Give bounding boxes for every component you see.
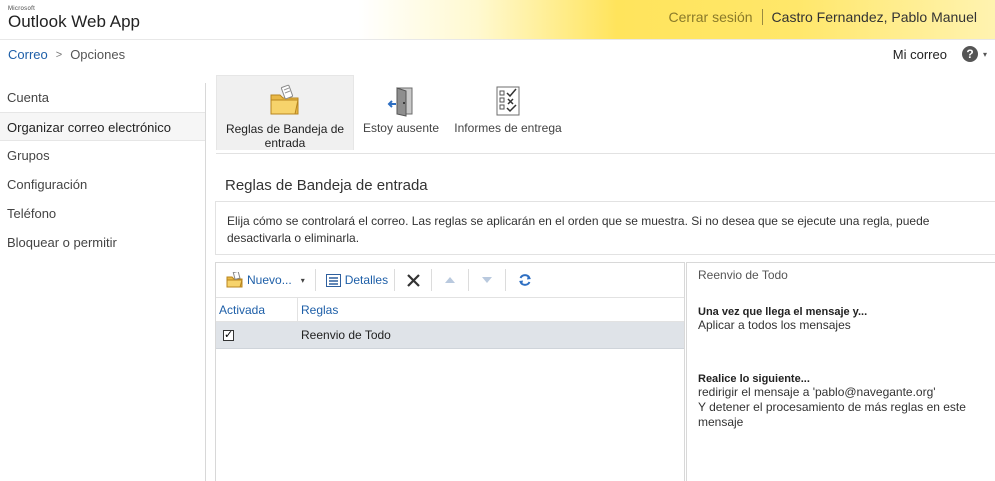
delete-button[interactable] bbox=[395, 268, 431, 292]
sidebar-item-block-allow[interactable]: Bloquear o permitir bbox=[0, 228, 205, 257]
help-icon[interactable]: ? bbox=[961, 46, 978, 62]
rules-toolbar: Nuevo... ▾ Detalles bbox=[216, 263, 684, 298]
condition-text: Aplicar a todos los mensajes bbox=[698, 318, 851, 332]
move-down-button[interactable] bbox=[469, 268, 505, 292]
move-up-icon bbox=[444, 276, 456, 284]
rule-details-title: Reenvio de Todo bbox=[698, 268, 788, 282]
table-row[interactable]: Reenvio de Todo bbox=[216, 322, 684, 349]
folder-rules-icon bbox=[268, 80, 302, 118]
rule-details-pane: Reenvio de Todo Una vez que llega el men… bbox=[686, 262, 995, 481]
new-rule-dropdown-icon[interactable]: ▾ bbox=[301, 276, 305, 285]
details-label: Detalles bbox=[344, 273, 389, 287]
action-line: redirigir el mensaje a 'pablo@navegante.… bbox=[698, 385, 936, 399]
sidebar-item-phone[interactable]: Teléfono bbox=[0, 199, 205, 228]
rules-list-panel: Nuevo... ▾ Detalles Activada Reglas ✓ Re… bbox=[215, 262, 685, 481]
user-area: Cerrar sesión Castro Fernandez, Pablo Ma… bbox=[669, 9, 977, 25]
tab-inbox-rules-label: Reglas de Bandeja de entrada bbox=[225, 122, 345, 150]
details-button[interactable]: Detalles bbox=[316, 268, 394, 292]
sidebar-item-settings[interactable]: Configuración bbox=[0, 170, 205, 199]
move-up-button[interactable] bbox=[432, 268, 468, 292]
sidebar-item-organize-email[interactable]: Organizar correo electrónico bbox=[0, 112, 205, 141]
tab-inbox-rules[interactable]: Reglas de Bandeja de entrada bbox=[216, 75, 354, 150]
new-rule-button[interactable]: Nuevo... ▾ bbox=[216, 268, 305, 292]
column-enabled[interactable]: Activada bbox=[216, 298, 298, 321]
refresh-icon bbox=[518, 273, 532, 287]
breadcrumb-mail-link[interactable]: Correo bbox=[8, 47, 48, 62]
brand-name: Outlook Web App bbox=[8, 12, 140, 31]
rule-enabled-checkbox[interactable] bbox=[223, 328, 234, 341]
breadcrumb-current: Opciones bbox=[70, 47, 126, 62]
delivery-report-icon bbox=[495, 79, 521, 117]
page-title: Reglas de Bandeja de entrada bbox=[225, 177, 428, 194]
out-of-office-icon bbox=[386, 79, 416, 117]
sidebar-item-account[interactable]: Cuenta bbox=[0, 83, 205, 112]
tab-delivery-reports-label: Informes de entrega bbox=[454, 121, 562, 135]
rule-name: Reenvio de Todo bbox=[301, 328, 391, 342]
options-sidebar: Cuenta Organizar correo electrónico Grup… bbox=[0, 83, 206, 481]
signout-link[interactable]: Cerrar sesión bbox=[669, 9, 763, 25]
rules-description: Elija cómo se controlará el correo. Las … bbox=[215, 201, 995, 255]
app-logo: Microsoft Outlook Web App bbox=[8, 6, 140, 32]
top-banner: Microsoft Outlook Web App Cerrar sesión … bbox=[0, 0, 995, 40]
tab-out-of-office[interactable]: Estoy ausente bbox=[354, 75, 448, 150]
top-nav: Mi correo ? ▾ bbox=[893, 46, 987, 62]
move-down-icon bbox=[481, 276, 493, 284]
new-rule-label: Nuevo... bbox=[247, 273, 292, 287]
delete-icon bbox=[406, 273, 420, 287]
help-dropdown-icon[interactable]: ▾ bbox=[983, 50, 987, 59]
action-heading: Realice lo siguiente... bbox=[698, 373, 810, 385]
user-name: Castro Fernandez, Pablo Manuel bbox=[771, 9, 977, 25]
action-line: mensaje bbox=[698, 415, 744, 429]
breadcrumb-separator: > bbox=[55, 48, 63, 61]
rules-table-header: Activada Reglas bbox=[216, 298, 684, 322]
tab-out-of-office-label: Estoy ausente bbox=[362, 121, 440, 135]
details-icon bbox=[325, 273, 341, 287]
breadcrumb: Correo > Opciones bbox=[8, 47, 125, 62]
tab-delivery-reports[interactable]: Informes de entrega bbox=[448, 75, 568, 150]
refresh-button[interactable] bbox=[506, 268, 544, 292]
new-rule-icon bbox=[226, 272, 244, 288]
condition-heading: Una vez que llega el mensaje y... bbox=[698, 306, 868, 318]
column-rules[interactable]: Reglas bbox=[298, 298, 338, 321]
sidebar-item-groups[interactable]: Grupos bbox=[0, 141, 205, 170]
options-tabs: Reglas de Bandeja de entrada Estoy ausen… bbox=[216, 75, 995, 154]
my-mail-link[interactable]: Mi correo bbox=[893, 47, 947, 62]
action-line: Y detener el procesamiento de más reglas… bbox=[698, 400, 966, 414]
